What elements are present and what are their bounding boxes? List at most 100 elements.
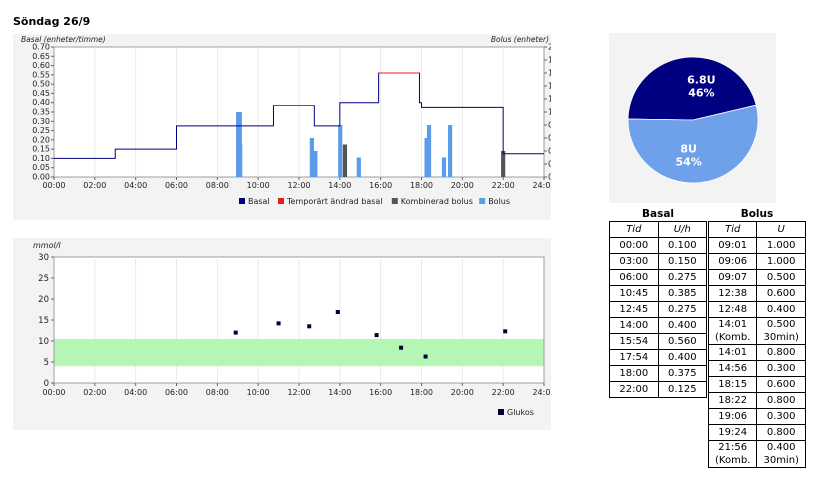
bolus-table-cell: 21:56 (Komb.	[707, 440, 758, 468]
bolus-table-cell: 09:07	[707, 269, 758, 286]
glucose-point	[399, 345, 404, 350]
y-tick-label: 10	[38, 337, 49, 347]
bolus-table-row: 12:48 0.400	[707, 301, 806, 318]
x-tick-label: 20:00	[451, 388, 474, 397]
basal-table-row: 15:54 0.560	[609, 333, 708, 350]
bolus-table-row: 14:01 0.800	[707, 344, 806, 361]
x-tick-label: 00:00	[42, 181, 65, 190]
y-tick-label-right: 0.2	[548, 160, 551, 169]
bolus-table-cell: 19:06	[707, 408, 758, 425]
bolus-bar	[313, 151, 318, 177]
bolus-bar	[238, 144, 243, 177]
bolus-table-cell: 18:15	[707, 376, 758, 393]
legend-label: Kombinerad bolus	[401, 197, 473, 206]
bolus-table-row: 18:22 0.800	[707, 392, 806, 409]
basal-table-cell: 0.400	[657, 349, 708, 366]
bolus-pie-chart: 6.8U46% 8U54%	[627, 56, 759, 184]
y-axis-title-right: Bolus (enheter)	[491, 35, 549, 44]
y-tick-label: 15	[38, 316, 49, 326]
bolus-table-cell: 0.800	[756, 424, 806, 441]
y-tick-label-left: 0.15	[32, 145, 50, 154]
bolus-table-caption: Bolus	[740, 208, 774, 220]
y-tick-label-left: 0.10	[32, 154, 50, 163]
basal-table-cell: 12:45	[609, 301, 659, 318]
y-tick-label: 20	[38, 295, 49, 305]
basal-table-cell: 00:00	[609, 237, 659, 254]
y-tick-label-right: 0.8	[548, 121, 551, 130]
bolus-table-row: 09:07 0.500	[707, 269, 806, 286]
bolus-table-cell: 14:01 (Komb.	[707, 317, 758, 345]
bolus-table-cell: 0.800	[756, 344, 806, 361]
basal-table-cell: 14:00	[609, 317, 659, 334]
pie-slice-label: 8U	[680, 142, 697, 155]
glucose-point	[503, 329, 508, 334]
basal-table-cell: 0.275	[657, 301, 708, 318]
y-tick-label-right: 1.0	[548, 108, 551, 117]
x-tick-label: 20:00	[451, 181, 474, 190]
bolus-table: Bolus Tid U 09:01 1.000 09:06 1.000 09:07 0.500 1…	[707, 207, 806, 468]
legend-swatch	[479, 198, 486, 204]
glucose-point	[233, 330, 238, 335]
legend-label: Temporärt ändrad basal	[286, 197, 383, 206]
y-tick-label-left: 0.05	[32, 163, 50, 172]
basal-table-cell: 22:00	[609, 381, 659, 398]
x-tick-label: 16:00	[369, 181, 392, 190]
bolus-table-cell: 0.600	[756, 285, 806, 302]
bolus-table-cell: 12:38	[707, 285, 758, 302]
x-tick-label: 04:00	[124, 181, 147, 190]
bolus-table-cell: 0.500	[756, 269, 806, 286]
x-tick-label: 04:00	[124, 388, 147, 397]
target-range-band	[54, 338, 544, 367]
basal-table-cell: 0.275	[657, 269, 708, 286]
glucose-chart-panel: 0 5 10 15 20 25 30 00:00 02:00 04:00 06:00 08:00 10:…	[13, 238, 556, 430]
x-tick-label: 06:00	[165, 181, 188, 190]
bolus-table-row: 12:38 0.600	[707, 285, 806, 302]
basal-table-row: 12:45 0.275	[609, 301, 708, 318]
x-tick-label: 24:00	[532, 388, 551, 397]
y-tick-label-left: 0.25	[32, 126, 50, 135]
basal-table-cell: 18:00	[609, 365, 659, 382]
bolus-table-cell: 19:24	[707, 424, 758, 441]
y-tick-label: 30	[38, 253, 49, 263]
x-tick-label: 22:00	[492, 181, 515, 190]
bolus-table-row: 14:01 (Komb. 0.500 30min)	[707, 317, 806, 345]
y-axis-title: mmol/l	[33, 241, 61, 250]
basal-table-column-header: Tid	[609, 221, 659, 238]
x-tick-label: 06:00	[165, 388, 188, 397]
basal-table-cell: 0.125	[657, 381, 708, 398]
glucose-point	[374, 333, 379, 338]
basal-table-cell: 10:45	[609, 285, 659, 302]
basal-table-row: 10:45 0.385	[609, 285, 708, 302]
y-tick-label-left: 0.50	[32, 80, 50, 89]
insulin-chart-panel: 0.00 0.05 0.10 0.15 0.20 0.25 0.30 0.35 0.40 0.45…	[13, 34, 561, 220]
bolus-table-cell: 0.500 30min)	[756, 317, 806, 345]
basal-table-cell: 0.400	[657, 317, 708, 334]
bolus-table-column-header: Tid	[707, 221, 758, 238]
bolus-table-cell: 0.800	[756, 392, 806, 409]
bolus-bar	[356, 157, 361, 177]
x-tick-label: 02:00	[83, 388, 106, 397]
y-tick-label-right: 1.8	[548, 56, 551, 65]
glucose-chart: 05101520253000:00 02:00 04:00 06:00 08:00 10:…	[33, 241, 556, 417]
bolus-table-row: 18:15 0.600	[707, 376, 806, 393]
basal-table-column-header: U/h	[657, 221, 708, 238]
bolus-table-cell: 0.600	[756, 376, 806, 393]
y-tick-label-right: 0.6	[548, 134, 551, 143]
x-tick-label: 14:00	[328, 181, 351, 190]
bolus-table-row: 14:56 0.300	[707, 360, 806, 377]
legend-swatch	[239, 198, 245, 204]
legend: Glukos	[498, 408, 534, 417]
basal-table-cell: 03:00	[609, 253, 659, 270]
bolus-table-cell: 0.400 30min)	[756, 440, 806, 468]
bolus-table-row: 19:06 0.300	[707, 408, 806, 425]
basal-table-row: 03:00 0.150	[609, 253, 708, 270]
bolus-table-column-header: U	[756, 221, 806, 238]
basal-table-row: 17:54 0.400	[609, 349, 708, 366]
basal-table-row: 06:00 0.275	[609, 269, 708, 286]
x-tick-label: 18:00	[410, 388, 433, 397]
x-tick-label: 10:00	[247, 388, 270, 397]
y-tick-label-right: 1.6	[548, 69, 551, 78]
bolus-bar	[426, 125, 432, 177]
bolus-bar	[447, 125, 453, 177]
insulin-chart: 0.000.050.100.150.200.250.300.350.400.45…	[21, 35, 561, 206]
